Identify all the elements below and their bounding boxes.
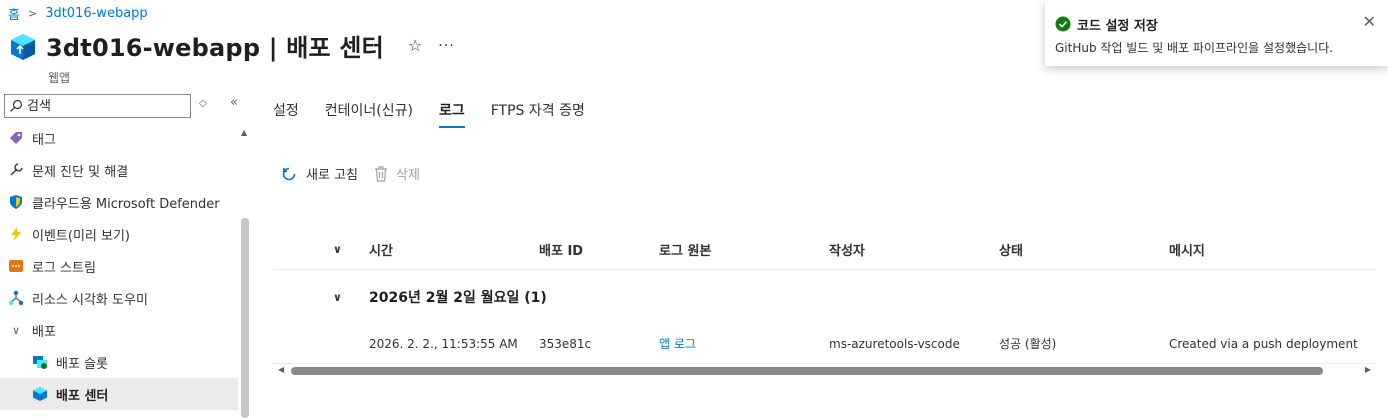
collapse-sidebar-icon[interactable]: « <box>230 95 238 110</box>
sidebar-search <box>4 94 191 118</box>
sidebar-item-label: 태그 <box>32 132 56 148</box>
sidebar-item-label: 문제 진단 및 해결 <box>32 164 129 180</box>
group-row[interactable]: ∨ 2026년 2월 2일 월요일 (1) <box>273 270 1376 324</box>
sidebar-item-label: 리소스 시각화 도우미 <box>32 292 148 308</box>
column-header-message[interactable]: 메시지 <box>1169 240 1205 259</box>
breadcrumb-chevron-icon: > <box>27 7 38 20</box>
web-app-icon <box>11 34 35 60</box>
tag-icon <box>8 130 24 146</box>
sidebar-group-deployment[interactable]: ∨ 배포 <box>0 314 238 346</box>
grid-horizontal-scrollbar[interactable]: ◀ ▶ <box>273 365 1376 377</box>
scrollbar-thumb[interactable] <box>291 367 1323 375</box>
sidebar-item-deployment-center[interactable]: 배포 센터 <box>0 378 238 410</box>
app-logs-link[interactable]: 앱 로그 <box>659 335 696 352</box>
wrench-icon <box>8 162 24 178</box>
toolbar: 새로 고침 삭제 <box>280 164 436 183</box>
notification-title: 코드 설정 저장 <box>1077 19 1158 34</box>
more-options-button[interactable]: ··· <box>438 38 454 54</box>
sidebar-item-label: 배포 슬롯 <box>56 356 108 372</box>
close-icon[interactable]: ✕ <box>1363 12 1376 31</box>
sidebar-nav: 태그 문제 진단 및 해결 클라우드용 Microsoft Defender 이… <box>0 122 238 410</box>
expand-all-chevron-icon[interactable]: ∨ <box>333 243 342 256</box>
network-icon <box>8 290 24 306</box>
tab-containers[interactable]: 컨테이너(신규) <box>325 100 413 128</box>
grid-header-row: ∨ 시간 배포 ID 로그 원본 작성자 상태 메시지 <box>273 230 1376 270</box>
sidebar-item-log-stream[interactable]: 로그 스트림 <box>0 250 238 282</box>
page-title: 3dt016-webapp | 배포 센터 <box>46 34 384 62</box>
breadcrumb-home-link[interactable]: 홈 <box>8 4 20 23</box>
sidebar-item-diagnose[interactable]: 문제 진단 및 해결 <box>0 154 238 186</box>
column-header-time[interactable]: 시간 <box>369 240 393 259</box>
sidebar-item-label: 클라우드용 Microsoft Defender <box>32 196 220 212</box>
page-header: 3dt016-webapp | 배포 센터 ☆ ··· 웹앱 <box>8 28 455 86</box>
sort-toggle-icon[interactable]: ◇ <box>199 98 207 109</box>
table-row: 2026. 2. 2., 11:53:55 AM 353e81c 앱 로그 ms… <box>273 324 1376 364</box>
scroll-left-arrow-icon[interactable]: ◀ <box>278 365 284 374</box>
column-header-log-source[interactable]: 로그 원본 <box>659 240 711 259</box>
column-header-author[interactable]: 작성자 <box>829 240 865 259</box>
column-header-status[interactable]: 상태 <box>999 240 1023 259</box>
deployment-center-icon <box>32 386 48 402</box>
cell-message: Created via a push deployment <box>1169 336 1358 351</box>
column-header-deployment-id[interactable]: 배포 ID <box>539 240 583 259</box>
sidebar-item-tags[interactable]: 태그 <box>0 122 238 154</box>
sidebar: ◇ « 태그 문제 진단 및 해결 클라우드용 Microsoft Defend… <box>0 92 252 418</box>
breadcrumb: 홈 > 3dt016-webapp <box>8 4 148 23</box>
tab-logs[interactable]: 로그 <box>438 100 465 128</box>
chevron-down-icon: ∨ <box>11 323 21 337</box>
delete-label: 삭제 <box>395 168 420 183</box>
sidebar-item-events[interactable]: 이벤트(미리 보기) <box>0 218 238 250</box>
chevron-down-icon[interactable]: ∨ <box>333 291 342 304</box>
sidebar-item-label: 배포 <box>32 324 56 340</box>
success-check-icon <box>1055 16 1071 32</box>
sidebar-item-label: 로그 스트림 <box>32 260 96 276</box>
cell-author: ms-azuretools-vscode <box>829 336 960 351</box>
breadcrumb-resource-link[interactable]: 3dt016-webapp <box>45 6 147 21</box>
deployment-slots-icon <box>32 354 48 370</box>
tab-settings[interactable]: 설정 <box>273 100 299 128</box>
search-icon <box>10 99 23 112</box>
lightning-icon <box>8 226 24 242</box>
group-label: 2026년 2월 2일 월요일 (1) <box>369 290 547 306</box>
trash-icon <box>374 165 388 182</box>
scroll-right-arrow-icon[interactable]: ▶ <box>1365 365 1371 374</box>
sidebar-item-label: 배포 센터 <box>56 388 109 404</box>
sidebar-item-deployment-slots[interactable]: 배포 슬롯 <box>0 346 238 378</box>
resource-type-label: 웹앱 <box>48 71 71 85</box>
refresh-icon <box>280 165 298 183</box>
deployment-logs-grid: ∨ 시간 배포 ID 로그 원본 작성자 상태 메시지 ∨ 2026년 2월 2… <box>273 230 1376 364</box>
tab-ftps-credentials[interactable]: FTPS 자격 증명 <box>491 100 585 128</box>
delete-button[interactable]: 삭제 <box>374 164 420 183</box>
shield-icon <box>8 194 24 210</box>
cell-deployment-id: 353e81c <box>539 336 592 351</box>
search-input[interactable] <box>27 98 177 114</box>
log-stream-icon <box>8 258 24 274</box>
refresh-button[interactable]: 새로 고침 <box>280 164 358 183</box>
sidebar-item-resource-visualizer[interactable]: 리소스 시각화 도우미 <box>0 282 238 314</box>
sidebar-scrollbar[interactable]: ▲ <box>241 128 249 418</box>
notification-message: GitHub 작업 빌드 및 배포 파이프라인을 설정했습니다. <box>1055 41 1334 55</box>
refresh-label: 새로 고침 <box>306 168 358 183</box>
notification-toast: 코드 설정 저장 GitHub 작업 빌드 및 배포 파이프라인을 설정했습니다… <box>1045 0 1388 66</box>
sidebar-item-defender[interactable]: 클라우드용 Microsoft Defender <box>0 186 238 218</box>
cell-status: 성공 (활성) <box>999 337 1057 351</box>
sidebar-item-label: 이벤트(미리 보기) <box>32 228 130 244</box>
scrollbar-thumb[interactable] <box>241 218 249 418</box>
scroll-up-arrow-icon[interactable]: ▲ <box>241 128 247 137</box>
favorite-star-icon[interactable]: ☆ <box>408 36 422 55</box>
cell-time: 2026. 2. 2., 11:53:55 AM <box>369 336 518 351</box>
tab-bar: 설정 컨테이너(신규) 로그 FTPS 자격 증명 <box>273 100 611 128</box>
